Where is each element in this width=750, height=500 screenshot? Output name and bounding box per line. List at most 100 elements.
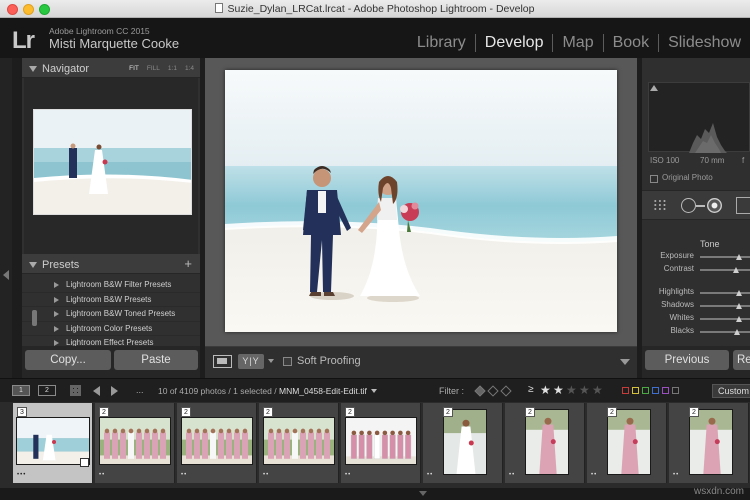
filmstrip-thumbnail[interactable]: 2 •• — [587, 403, 667, 483]
slider-thumb-highlights[interactable] — [735, 290, 742, 296]
slider-thumb-contrast[interactable] — [732, 267, 739, 273]
before-after-button[interactable]: Y|Y — [238, 354, 264, 369]
document-icon — [215, 3, 224, 13]
zoom-fill[interactable]: FILL — [147, 65, 160, 72]
soft-proofing-checkbox[interactable] — [283, 357, 292, 366]
preset-folder[interactable]: Lightroom Color Presets — [22, 322, 200, 336]
shadow-clipping-icon[interactable] — [650, 85, 658, 91]
unflagged-filter-icon[interactable] — [487, 385, 499, 397]
stack-count-badge: 2 — [525, 407, 535, 417]
slider-track-exposure[interactable] — [700, 256, 750, 258]
navigator-header[interactable]: Navigator FIT FILL 1:1 1:4 — [22, 58, 200, 78]
copy-settings-button[interactable]: Copy... — [25, 350, 111, 370]
red-eye-icon[interactable] — [707, 198, 722, 213]
spot-removal-icon[interactable] — [681, 198, 696, 213]
graduated-filter-icon[interactable] — [736, 197, 750, 214]
slider-thumb-whites[interactable] — [735, 316, 742, 322]
filename-dropdown-icon[interactable] — [370, 389, 377, 393]
rating-star-icon[interactable]: ★ — [553, 383, 564, 397]
previous-arrow-icon[interactable] — [93, 386, 100, 396]
slider-thumb-shadows[interactable] — [735, 303, 742, 309]
presets-title: Presets — [42, 259, 80, 271]
collapse-left-icon[interactable] — [3, 270, 9, 280]
bottom-panel-edge[interactable] — [0, 488, 750, 500]
color-label-box[interactable] — [672, 387, 679, 394]
filmstrip-thumbnail[interactable]: 2 •• — [95, 403, 175, 483]
module-map[interactable]: Map — [552, 34, 602, 52]
filmstrip-thumbnail[interactable]: 2 •• — [423, 403, 503, 483]
folder-expand-icon[interactable] — [54, 282, 59, 288]
color-label-box[interactable] — [662, 387, 669, 394]
slider-label-blacks: Blacks — [670, 326, 694, 335]
filmstrip-thumbnail[interactable]: 3 ••• — [13, 403, 93, 483]
rating-operator[interactable]: ≥ — [528, 384, 534, 395]
thumbnail-rating: •• — [345, 472, 352, 478]
thumbnail-image — [99, 417, 171, 465]
module-slideshow[interactable]: Slideshow — [658, 34, 750, 52]
crop-overlay-icon[interactable] — [653, 199, 667, 211]
rating-star-icon[interactable]: ★ — [592, 383, 603, 397]
navigator-thumbnail[interactable] — [33, 109, 192, 215]
filmstrip-thumbnail[interactable]: 2 •• — [505, 403, 585, 483]
window-title-text: Suzie_Dylan_LRCat.lrcat - Adobe Photosho… — [227, 3, 535, 15]
filmstrip-thumbnail[interactable]: 2 •• — [669, 403, 749, 483]
rating-star-icon[interactable]: ★ — [566, 383, 577, 397]
source-ellipsis[interactable]: ... — [136, 385, 144, 395]
color-label-box[interactable] — [622, 387, 629, 394]
folder-expand-icon[interactable] — [54, 296, 59, 303]
flagged-filter-icon[interactable] — [474, 385, 486, 397]
slider-track-shadows[interactable] — [700, 305, 750, 307]
second-screen-button[interactable]: 2 — [38, 385, 56, 396]
reset-button[interactable]: Re — [733, 350, 750, 370]
main-photo[interactable] — [225, 70, 617, 332]
disclosure-triangle-icon[interactable] — [29, 262, 37, 268]
slider-track-whites[interactable] — [700, 318, 750, 320]
rating-star-icon[interactable]: ★ — [540, 383, 551, 397]
module-develop[interactable]: Develop — [474, 34, 553, 52]
left-panel-buttons: Copy... Paste — [22, 346, 200, 378]
watermark: wsxdn.com — [693, 486, 744, 497]
loupe-view-icon[interactable] — [213, 355, 232, 368]
paste-settings-button[interactable]: Paste — [114, 350, 198, 370]
toolbar-menu-icon[interactable] — [620, 359, 630, 365]
zoom-1-4[interactable]: 1:4 — [185, 65, 194, 72]
disclosure-triangle-icon[interactable] — [29, 66, 37, 72]
next-arrow-icon[interactable] — [111, 386, 118, 396]
rating-star-icon[interactable]: ★ — [579, 383, 590, 397]
grid-view-icon[interactable] — [70, 385, 81, 396]
preset-folder[interactable]: Lightroom B&W Presets — [22, 293, 200, 307]
filmstrip-thumbnail[interactable]: 2 •• — [259, 403, 339, 483]
panel-scrollbar[interactable] — [32, 310, 37, 326]
rejected-filter-icon[interactable] — [500, 385, 512, 397]
original-photo-checkbox[interactable] — [650, 175, 658, 183]
custom-filter-dropdown[interactable]: Custom — [712, 384, 750, 398]
preset-folder[interactable]: Lightroom B&W Toned Presets — [22, 307, 200, 322]
slider-track-highlights[interactable] — [700, 292, 750, 294]
before-after-dropdown-icon[interactable] — [268, 359, 274, 363]
slider-thumb-blacks[interactable] — [733, 329, 740, 335]
histogram[interactable] — [648, 82, 750, 153]
left-panel-edge[interactable] — [0, 58, 12, 378]
bottom-panel-toggle-icon[interactable] — [419, 491, 427, 496]
slider-track-blacks[interactable] — [700, 331, 750, 333]
color-label-box[interactable] — [652, 387, 659, 394]
previous-button[interactable]: Previous — [645, 350, 729, 370]
add-preset-icon[interactable]: + — [184, 256, 192, 271]
photo-count-info[interactable]: 10 of 4109 photos / 1 selected / MNM_045… — [158, 386, 377, 396]
zoom-1-1[interactable]: 1:1 — [168, 65, 177, 72]
presets-header[interactable]: Presets + — [22, 254, 200, 274]
preset-folder[interactable]: Lightroom B&W Filter Presets — [22, 278, 200, 293]
zoom-fit[interactable]: FIT — [129, 65, 139, 72]
filmstrip-thumbnail[interactable]: 2 •• — [341, 403, 421, 483]
folder-expand-icon[interactable] — [54, 325, 59, 332]
thumbnail-image — [263, 417, 335, 465]
slider-thumb-exposure[interactable] — [735, 254, 742, 260]
module-library[interactable]: Library — [408, 34, 475, 52]
slider-track-contrast[interactable] — [700, 269, 750, 271]
filmstrip-thumbnail[interactable]: 2 •• — [177, 403, 257, 483]
color-label-box[interactable] — [632, 387, 639, 394]
color-label-box[interactable] — [642, 387, 649, 394]
main-screen-button[interactable]: 1 — [12, 385, 30, 396]
module-book[interactable]: Book — [602, 34, 658, 52]
folder-expand-icon[interactable] — [54, 311, 59, 317]
